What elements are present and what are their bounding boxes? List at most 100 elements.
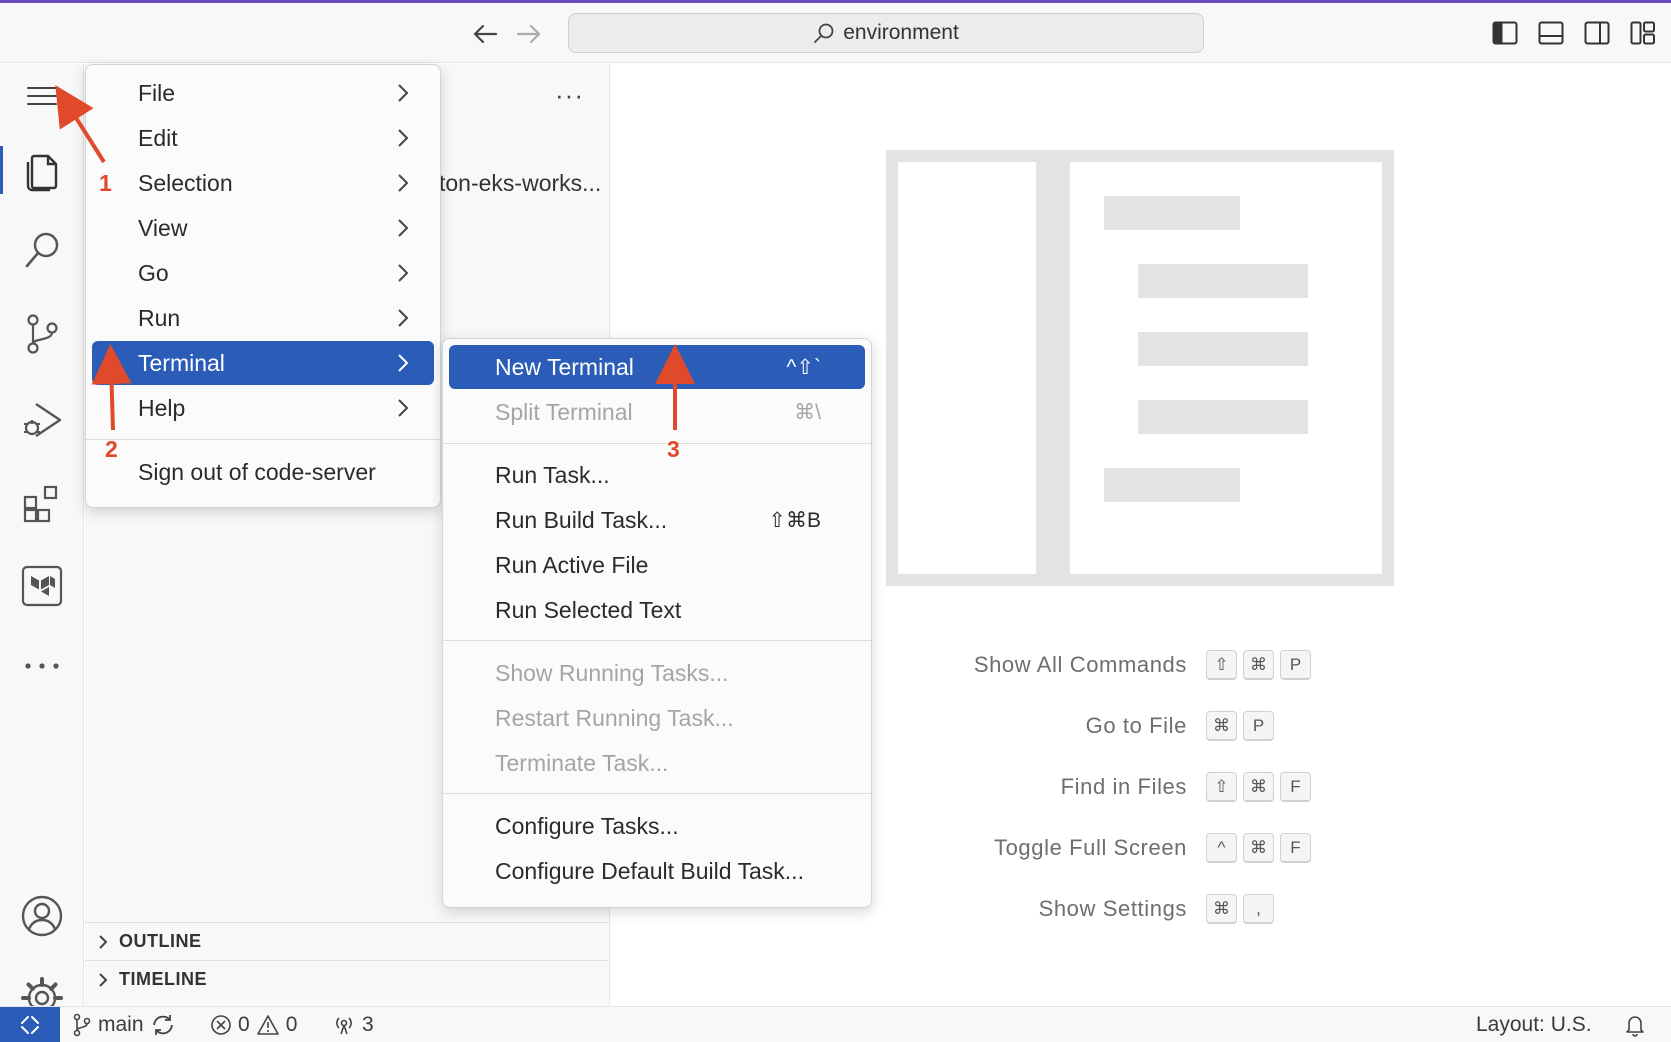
command-center-search[interactable]: environment bbox=[568, 13, 1204, 53]
toggle-primary-sidebar-icon[interactable] bbox=[1489, 17, 1521, 49]
toggle-panel-icon[interactable] bbox=[1535, 17, 1567, 49]
branch-name: main bbox=[98, 1013, 144, 1036]
menu-separator bbox=[443, 640, 871, 641]
branch-icon bbox=[73, 1013, 91, 1037]
menu-item-label: Run Selected Text bbox=[495, 596, 682, 623]
terminal-submenu: New Terminal ^⇧` Split Terminal ⌘\ Run T… bbox=[442, 338, 872, 908]
menu-item-label: Run Active File bbox=[495, 551, 649, 578]
menu-item-label: Edit bbox=[138, 124, 178, 151]
menu-item-label: New Terminal bbox=[495, 353, 634, 380]
shortcut-label: Find in Files bbox=[1060, 774, 1187, 799]
keycap: ⌘ bbox=[1243, 833, 1274, 863]
keycap: ⌘ bbox=[1243, 650, 1274, 680]
search-icon bbox=[814, 23, 834, 43]
menu-item-terminate-task: Terminate Task... bbox=[449, 741, 865, 785]
chevron-right-icon bbox=[398, 84, 409, 102]
keycap: ^ bbox=[1206, 833, 1237, 863]
toggle-secondary-sidebar-icon[interactable] bbox=[1581, 17, 1613, 49]
annotation-number-3: 3 bbox=[667, 436, 680, 462]
status-bar: main 0 0 3 Layout: U.S. bbox=[0, 1006, 1671, 1042]
menu-item-go[interactable]: Go bbox=[92, 251, 434, 295]
keycap: ⌘ bbox=[1243, 772, 1274, 802]
keyboard-layout-status[interactable]: Layout: U.S. bbox=[1476, 1007, 1592, 1042]
menu-item-split-terminal: Split Terminal ⌘\ bbox=[449, 390, 865, 434]
menu-item-edit[interactable]: Edit bbox=[92, 116, 434, 160]
outline-label: OUTLINE bbox=[119, 931, 202, 951]
search-sidebar-icon[interactable] bbox=[0, 215, 84, 287]
shortcut-row: Toggle Full Screen ^ ⌘ F bbox=[880, 831, 1400, 892]
extensions-icon[interactable] bbox=[0, 468, 84, 540]
menu-item-label: Configure Default Build Task... bbox=[495, 857, 804, 884]
menu-item-terminal[interactable]: Terminal bbox=[92, 341, 434, 385]
ports-status[interactable]: 3 bbox=[332, 1007, 374, 1042]
warning-icon bbox=[256, 1015, 279, 1035]
git-branch-status[interactable]: main bbox=[72, 1007, 176, 1042]
forward-arrow-icon[interactable] bbox=[512, 17, 546, 51]
shortcut-label: Show Settings bbox=[1038, 896, 1187, 921]
menu-item-label: Split Terminal bbox=[495, 398, 633, 425]
menu-item-run-build-task[interactable]: Run Build Task... ⇧⌘B bbox=[449, 498, 865, 542]
source-control-icon[interactable] bbox=[0, 298, 84, 370]
accounts-icon[interactable] bbox=[0, 880, 84, 952]
keycap: P bbox=[1280, 650, 1311, 680]
menu-item-label: Help bbox=[138, 394, 186, 421]
hamburger-menu-icon[interactable] bbox=[0, 64, 84, 128]
menu-item-file[interactable]: File bbox=[92, 71, 434, 115]
keycap: F bbox=[1280, 772, 1311, 802]
ports-count: 3 bbox=[362, 1013, 374, 1036]
keycap: F bbox=[1280, 833, 1311, 863]
menu-item-help[interactable]: Help bbox=[92, 386, 434, 430]
menu-item-show-running-tasks: Show Running Tasks... bbox=[449, 651, 865, 695]
menu-item-label: Terminate Task... bbox=[495, 749, 669, 776]
timeline-label: TIMELINE bbox=[119, 969, 207, 989]
remote-indicator-icon[interactable] bbox=[0, 1007, 60, 1042]
menu-item-run-task[interactable]: Run Task... bbox=[449, 453, 865, 497]
chevron-right-icon bbox=[99, 934, 108, 949]
problems-status[interactable]: 0 0 bbox=[210, 1007, 297, 1042]
title-bar: environment bbox=[0, 3, 1671, 63]
chevron-right-icon bbox=[398, 399, 409, 417]
keycap: ⇧ bbox=[1206, 650, 1237, 680]
menu-item-selection[interactable]: Selection bbox=[92, 161, 434, 205]
workspace-folder-name[interactable]: ton-eks-works... bbox=[439, 170, 601, 197]
chevron-right-icon bbox=[398, 354, 409, 372]
run-debug-icon[interactable] bbox=[0, 384, 84, 456]
shortcut-row: Go to File ⌘ P bbox=[880, 709, 1400, 770]
menu-item-run-active-file[interactable]: Run Active File bbox=[449, 543, 865, 587]
menu-item-run-selected-text[interactable]: Run Selected Text bbox=[449, 588, 865, 632]
shortcut-label: Toggle Full Screen bbox=[993, 835, 1187, 860]
bell-icon[interactable] bbox=[1624, 1007, 1646, 1042]
shortcut-label: Show All Commands bbox=[973, 652, 1187, 677]
annotation-number-2: 2 bbox=[105, 436, 118, 462]
sync-icon[interactable] bbox=[150, 1013, 176, 1037]
menu-separator bbox=[443, 443, 871, 444]
warning-count: 0 bbox=[285, 1013, 298, 1036]
chevron-right-icon bbox=[398, 219, 409, 237]
menu-item-run[interactable]: Run bbox=[92, 296, 434, 340]
menu-item-label: Go bbox=[138, 259, 169, 286]
menu-item-new-terminal[interactable]: New Terminal ^⇧` bbox=[449, 345, 865, 389]
sidebar-more-actions[interactable]: ··· bbox=[555, 80, 584, 111]
editor-watermark-logo bbox=[886, 150, 1394, 586]
outline-section-header[interactable]: OUTLINE bbox=[85, 922, 610, 960]
terraform-icon[interactable] bbox=[0, 550, 84, 622]
menu-item-label: Show Running Tasks... bbox=[495, 659, 729, 686]
explorer-icon[interactable] bbox=[0, 134, 84, 206]
shortcut-row: Show All Commands ⇧ ⌘ P bbox=[880, 648, 1400, 709]
more-views-icon[interactable] bbox=[0, 630, 84, 702]
menu-item-label: Selection bbox=[138, 169, 233, 196]
editor-shortcut-hints: Show All Commands ⇧ ⌘ P Go to File ⌘ P F… bbox=[880, 648, 1400, 953]
menu-item-configure-tasks[interactable]: Configure Tasks... bbox=[449, 804, 865, 848]
timeline-section-header[interactable]: TIMELINE bbox=[85, 960, 610, 998]
menu-item-configure-default-build-task[interactable]: Configure Default Build Task... bbox=[449, 849, 865, 893]
menu-item-label: Configure Tasks... bbox=[495, 812, 679, 839]
menu-item-view[interactable]: View bbox=[92, 206, 434, 250]
keycap: P bbox=[1243, 711, 1274, 741]
customize-layout-icon[interactable] bbox=[1627, 17, 1659, 49]
menu-item-label: File bbox=[138, 79, 176, 106]
shortcut-row: Show Settings ⌘ , bbox=[880, 892, 1400, 953]
back-arrow-icon[interactable] bbox=[468, 17, 502, 51]
menu-item-shortcut: ⌘\ bbox=[794, 400, 821, 424]
menu-item-sign-out[interactable]: Sign out of code-server bbox=[92, 450, 434, 494]
menu-item-label: Terminal bbox=[138, 349, 225, 376]
